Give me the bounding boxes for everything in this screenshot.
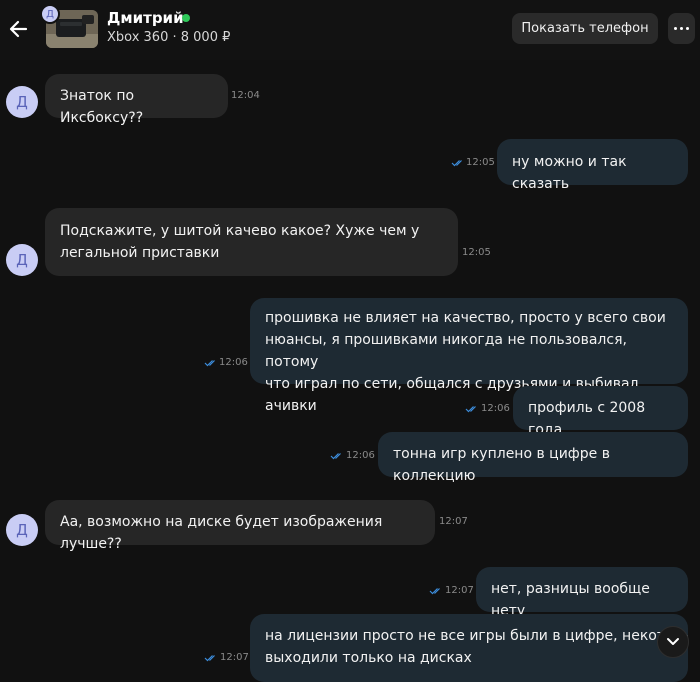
sender-avatar: Д <box>6 86 38 118</box>
message-line: нюансы, я прошивками никогда не пользова… <box>265 332 627 370</box>
message-bubble-outgoing: прошивка не влияет на качество, просто у… <box>250 298 688 414</box>
read-checkmarks-icon <box>330 453 341 460</box>
read-checkmarks-icon <box>451 160 462 167</box>
sender-avatar: Д <box>6 244 38 276</box>
message-time: 12:04 <box>231 90 260 101</box>
message-bubble-incoming: Знаток по Иксбоксу?? <box>45 74 228 126</box>
message-line: выходили только на дисках <box>265 650 472 666</box>
listing-subtitle[interactable]: Xbox 360 · 8 000 ₽ <box>107 30 230 45</box>
message-time: 12:05 <box>466 157 495 168</box>
message-line: на лицензии просто не все игры были в ци… <box>265 628 688 644</box>
message-line: легальной приставки <box>60 245 220 261</box>
message-bubble-outgoing: тонна игр куплено в цифре в коллекцию <box>378 432 688 484</box>
message-line: ну можно и так сказать <box>512 154 627 192</box>
read-checkmarks-icon <box>429 588 440 595</box>
back-arrow-icon[interactable] <box>8 16 30 42</box>
message-line: Аа, возможно на диске будет изображения … <box>60 514 383 552</box>
message-line: Подскажите, у шитой качево какое? Хуже ч… <box>60 223 420 239</box>
message-time: 12:07 <box>439 516 468 527</box>
seller-avatar-small: Д <box>40 4 60 24</box>
read-checkmarks-icon <box>204 655 215 662</box>
message-time: 12:07 <box>445 585 474 596</box>
message-bubble-outgoing: нет, разницы вообще нету <box>476 567 688 619</box>
seller-name[interactable]: Дмитрий <box>107 9 184 27</box>
message-time: 12:06 <box>219 357 248 368</box>
read-checkmarks-icon <box>204 360 215 367</box>
listing-thumbnail[interactable]: Д <box>40 4 98 50</box>
message-bubble-outgoing: профиль с 2008 года <box>513 386 688 438</box>
message-line: тонна игр куплено в цифре в коллекцию <box>393 446 610 484</box>
message-bubble-outgoing: ну можно и так сказать <box>497 139 688 192</box>
online-status-dot <box>182 14 190 22</box>
message-time: 12:06 <box>481 403 510 414</box>
message-line: прошивка не влияет на качество, просто у… <box>265 310 666 326</box>
message-time: 12:05 <box>462 247 491 258</box>
more-dot-icon <box>685 27 689 30</box>
message-time: 12:06 <box>346 450 375 461</box>
message-bubble-incoming: Подскажите, у шитой качево какое? Хуже ч… <box>45 208 458 276</box>
message-line: Знаток по Иксбоксу?? <box>60 88 144 126</box>
chat-header: Д Дмитрий Xbox 360 · 8 000 ₽ Показать те… <box>0 0 700 60</box>
message-bubble-incoming: Аа, возможно на диске будет изображения … <box>45 500 435 552</box>
message-time: 12:07 <box>220 652 249 663</box>
message-bubble-outgoing: на лицензии просто не все игры были в ци… <box>250 614 688 682</box>
more-options-button[interactable] <box>668 13 695 44</box>
sender-avatar: Д <box>6 514 38 546</box>
read-checkmarks-icon <box>465 406 476 413</box>
more-dot-icon <box>680 27 683 30</box>
scroll-to-bottom-button[interactable] <box>657 626 689 658</box>
more-dot-icon <box>674 27 678 30</box>
chevron-down-icon <box>667 638 679 645</box>
show-phone-button[interactable]: Показать телефон <box>512 13 658 44</box>
